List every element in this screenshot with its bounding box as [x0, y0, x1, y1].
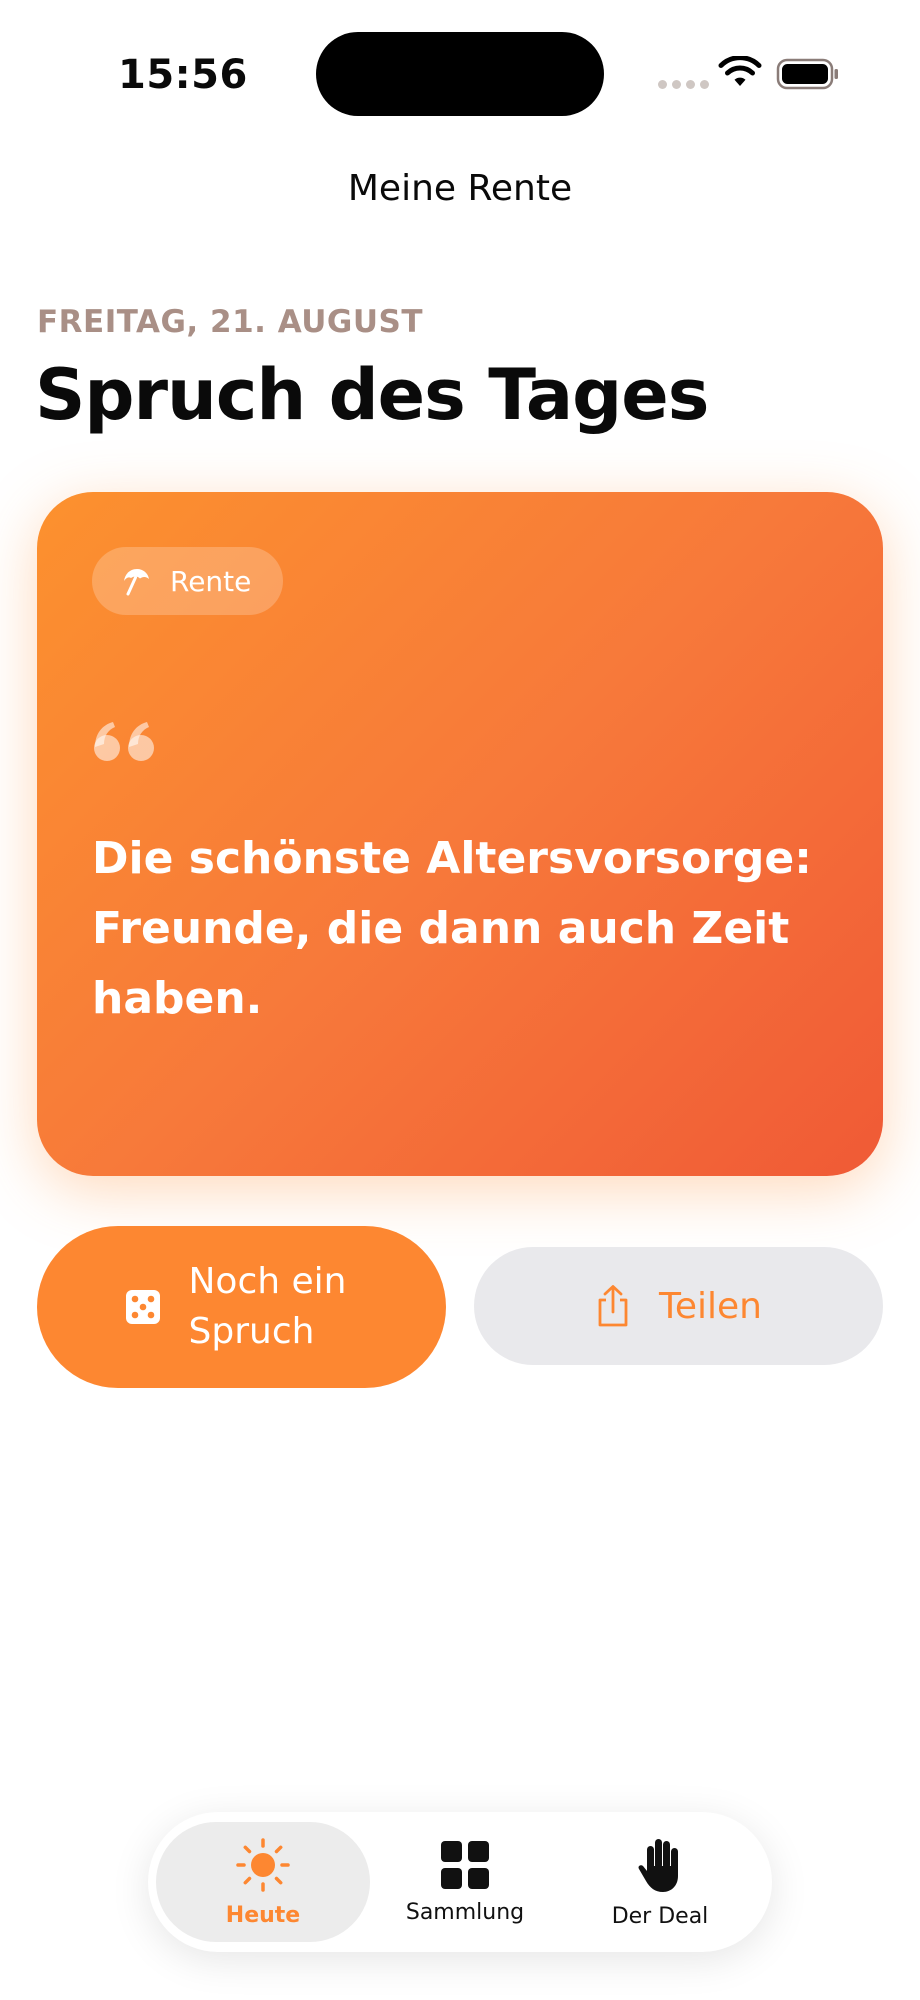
tab-deal-label: Der Deal: [611, 1903, 709, 1929]
sun-icon: [236, 1837, 290, 1892]
another-quote-label: Noch ein Spruch: [188, 1261, 347, 1352]
another-quote-button[interactable]: Noch ein Spruch: [37, 1226, 446, 1388]
date-label: FREITAG, 21. AUGUST: [37, 304, 424, 340]
share-label: Teilen: [659, 1285, 762, 1327]
quote-mark-icon: [94, 722, 154, 761]
tab-collection[interactable]: Sammlung: [370, 1822, 560, 1942]
grid-icon: [441, 1840, 489, 1889]
nav-title: Meine Rente: [347, 168, 573, 209]
wifi-icon: [718, 56, 762, 86]
tab-collection-label: Sammlung: [405, 1899, 525, 1925]
status-bar: 15:56: [0, 0, 920, 150]
tab-today-label: Heute: [225, 1902, 301, 1928]
share-button[interactable]: Teilen: [474, 1247, 883, 1365]
battery-icon: [776, 58, 838, 90]
umbrella-icon: [124, 569, 149, 596]
cellular-signal-icon: [658, 80, 709, 89]
tab-deal[interactable]: Der Deal: [560, 1822, 760, 1942]
category-chip: Rente: [92, 547, 284, 615]
dice-icon: [125, 1290, 160, 1324]
category-label: Rente: [170, 564, 252, 598]
quote-text: Die schönste Altersvorsorge: Freunde, di…: [92, 833, 812, 1024]
quote-card: Rente Die schönste Altersvorsorge: Freun…: [37, 492, 883, 1176]
share-icon: [598, 1285, 628, 1327]
page-title: Spruch des Tages: [35, 354, 709, 436]
tab-today[interactable]: Heute: [156, 1822, 370, 1942]
hand-icon: [638, 1838, 678, 1892]
tab-bar: Heute Sammlung Der Deal: [148, 1812, 772, 1952]
status-time: 15:56: [118, 52, 248, 98]
dynamic-island: [316, 32, 604, 116]
